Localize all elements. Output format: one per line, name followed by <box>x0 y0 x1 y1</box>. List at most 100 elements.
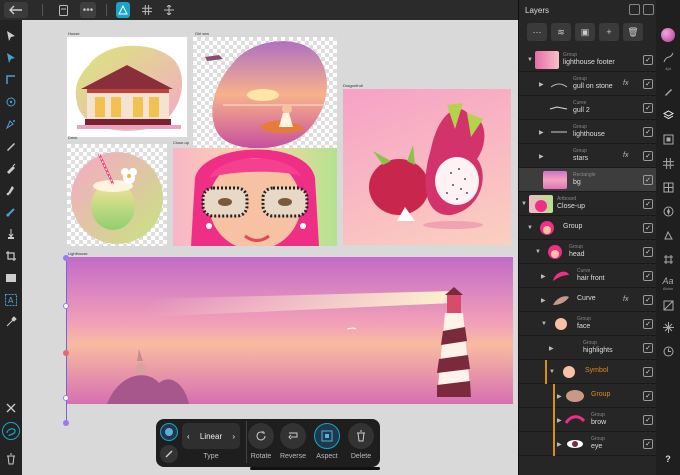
layer-row[interactable]: ▶ Group gull on stone fx ✓ <box>519 72 657 96</box>
visibility-checkbox[interactable]: ✓ <box>643 55 653 65</box>
artboard-drink[interactable] <box>67 144 167 246</box>
help-button[interactable]: ? <box>661 452 675 466</box>
document-button[interactable] <box>56 2 70 18</box>
effects-studio-button[interactable] <box>661 132 675 146</box>
layer-row[interactable]: ▼ Group ✓ <box>519 216 657 240</box>
stroke-studio-button[interactable] <box>661 50 675 64</box>
artboard-closeup[interactable] <box>173 148 337 246</box>
chevron-down-icon[interactable]: ▼ <box>541 321 547 327</box>
visibility-checkbox[interactable]: ✓ <box>643 415 653 425</box>
reverse-button[interactable] <box>280 423 306 449</box>
layer-row[interactable]: ▶ Group stars fx ✓ <box>519 144 657 168</box>
chevron-down-icon[interactable]: ▼ <box>527 225 533 231</box>
chevron-right-icon[interactable]: ▶ <box>541 273 546 280</box>
gradient-stop-handle[interactable] <box>63 395 69 401</box>
visibility-checkbox[interactable]: ✓ <box>643 271 653 281</box>
export-persona-button[interactable] <box>162 2 176 18</box>
pencil-tool[interactable] <box>3 138 19 154</box>
constraints-studio-button[interactable] <box>661 252 675 266</box>
place-image-tool[interactable] <box>3 226 19 242</box>
rectangle-tool[interactable] <box>3 270 19 286</box>
chevron-down-icon[interactable]: ▼ <box>549 369 555 375</box>
trash-tool[interactable] <box>3 451 19 467</box>
vector-brush-tool[interactable] <box>3 160 19 176</box>
artboard-dragonfruit[interactable] <box>343 89 511 245</box>
fx-icon[interactable]: fx <box>623 80 628 87</box>
chevron-right-icon[interactable]: ▶ <box>557 441 562 448</box>
transparency-tool[interactable] <box>3 204 19 220</box>
brushes-studio-button[interactable] <box>661 84 675 98</box>
visibility-checkbox[interactable]: ✓ <box>643 103 653 113</box>
visibility-checkbox[interactable]: ✓ <box>643 439 653 449</box>
fx-icon[interactable]: fx <box>623 296 628 303</box>
panel-menu-icon[interactable] <box>629 4 640 15</box>
layer-row[interactable]: ▶ Curve hair front ✓ <box>519 264 657 288</box>
fill-tool[interactable] <box>3 182 19 198</box>
chevron-down-icon[interactable]: ▼ <box>535 249 541 255</box>
stroke-mode-button[interactable] <box>160 445 178 463</box>
navigator-studio-button[interactable] <box>661 204 675 218</box>
color-studio-button[interactable] <box>661 28 675 42</box>
layer-row[interactable]: ▶ Group eye ✓ <box>519 432 657 456</box>
swatches-studio-button[interactable] <box>661 156 675 170</box>
history-studio-button[interactable] <box>661 344 675 358</box>
aspect-button[interactable] <box>314 423 340 449</box>
add-layer-button[interactable]: + <box>599 23 619 41</box>
chevron-right-icon[interactable]: ▶ <box>539 81 544 88</box>
layer-options-button[interactable]: ⋯ <box>527 23 547 41</box>
chevron-down-icon[interactable]: ▼ <box>527 57 533 63</box>
canvas[interactable]: House Girl sea Dragonfruit Drink Close-u… <box>22 20 518 475</box>
layer-stack-button[interactable]: ≋ <box>551 23 571 41</box>
artboard-house[interactable] <box>67 37 187 137</box>
selection-handle[interactable] <box>63 255 69 261</box>
layer-row[interactable]: Curve gull 2 ✓ <box>519 96 657 120</box>
pixel-persona-button[interactable] <box>140 2 154 18</box>
more-button[interactable]: ••• <box>80 2 96 18</box>
node-tool[interactable] <box>3 50 19 66</box>
pen-tool[interactable] <box>3 116 19 132</box>
crop-tool[interactable] <box>3 248 19 264</box>
visibility-checkbox[interactable]: ✓ <box>643 79 653 89</box>
chevron-right-icon[interactable]: › <box>232 432 235 441</box>
layer-row[interactable]: ▶ Group highlights ✓ <box>519 336 657 360</box>
back-button[interactable] <box>4 2 28 18</box>
layer-row[interactable]: ▼ Group head ✓ <box>519 240 657 264</box>
pin-icon[interactable] <box>643 4 654 15</box>
layer-row[interactable]: ▶ Group brow ✓ <box>519 408 657 432</box>
delete-layer-button[interactable]: 🗑︎ <box>623 23 643 41</box>
chevron-right-icon[interactable]: ▶ <box>549 345 554 352</box>
layer-row[interactable]: ▼ Artboard Close-up ✓ <box>519 192 657 216</box>
visibility-checkbox[interactable]: ✓ <box>643 127 653 137</box>
artistic-text-tool[interactable]: A <box>3 292 19 308</box>
artboard-girl-sea[interactable] <box>193 37 337 155</box>
delete-button[interactable] <box>348 423 374 449</box>
layer-row[interactable]: ▶ Curve fx ✓ <box>519 288 657 312</box>
visibility-checkbox[interactable]: ✓ <box>643 391 653 401</box>
move-tool[interactable] <box>3 28 19 44</box>
layer-row[interactable]: ▶ Group ✓ <box>519 384 657 408</box>
mask-layer-button[interactable]: ▣ <box>575 23 595 41</box>
visibility-checkbox[interactable]: ✓ <box>643 295 653 305</box>
point-transform-tool[interactable] <box>3 94 19 110</box>
layer-row[interactable]: ▶ Group lighthouse ✓ <box>519 120 657 144</box>
chevron-right-icon[interactable]: ▶ <box>557 393 562 400</box>
chevron-down-icon[interactable]: ▼ <box>521 201 527 207</box>
chevron-right-icon[interactable]: ▶ <box>541 297 546 304</box>
visibility-checkbox[interactable]: ✓ <box>643 247 653 257</box>
visibility-checkbox[interactable]: ✓ <box>643 319 653 329</box>
layer-row[interactable]: ▼ Group face ✓ <box>519 312 657 336</box>
chevron-right-icon[interactable]: ▶ <box>557 417 562 424</box>
close-tool[interactable] <box>3 400 19 416</box>
chevron-right-icon[interactable]: ▶ <box>539 153 544 160</box>
transform-studio-button[interactable] <box>661 180 675 194</box>
layer-row[interactable]: ▼ Group lighthouse footer ✓ <box>519 48 657 72</box>
layers-studio-button[interactable] <box>661 108 675 122</box>
symbols-studio-button[interactable] <box>661 228 675 242</box>
color-picker-tool[interactable] <box>3 314 19 330</box>
gradient-midpoint-handle[interactable] <box>63 350 69 356</box>
rotate-button[interactable] <box>248 423 274 449</box>
gradient-type-selector[interactable]: ‹ Linear › <box>182 423 240 449</box>
artboard-lighthouse[interactable] <box>67 257 513 404</box>
visibility-checkbox[interactable]: ✓ <box>643 223 653 233</box>
visibility-checkbox[interactable]: ✓ <box>643 175 653 185</box>
